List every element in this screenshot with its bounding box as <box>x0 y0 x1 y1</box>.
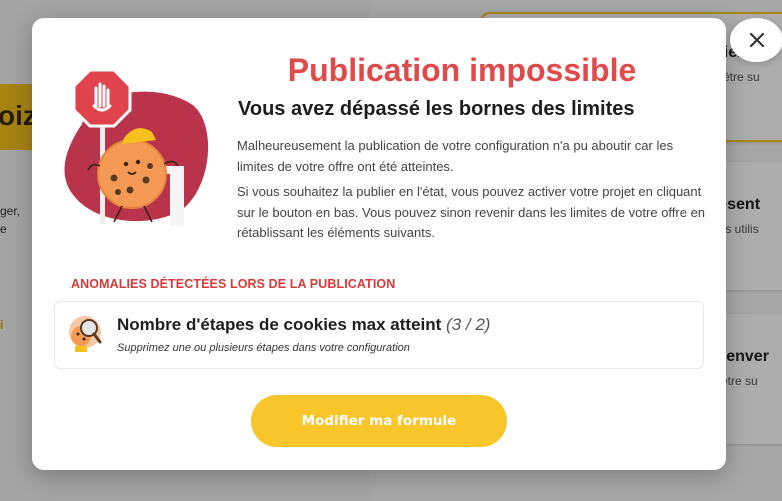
modify-plan-button[interactable]: Modifier ma formule <box>251 395 507 447</box>
anomaly-count: (3 / 2) <box>446 315 491 334</box>
anomaly-title: Nombre d'étapes de cookies max atteint (… <box>117 315 490 335</box>
modal-title: Publication impossible <box>287 52 637 88</box>
anomaly-title-text: Nombre d'étapes de cookies max atteint <box>117 315 442 334</box>
cookie-stop-sign-illustration <box>52 66 212 226</box>
close-button[interactable] <box>730 18 782 62</box>
anomalies-label: ANOMALIES DÉTECTÉES LORS DE LA PUBLICATI… <box>71 277 396 291</box>
publication-error-modal: Publication impossible Vous avez dépassé… <box>32 18 782 470</box>
modal-subtitle: Vous avez dépassé les bornes des limites <box>238 98 635 120</box>
cookie-magnifier-icon <box>67 314 103 354</box>
close-icon <box>749 32 764 48</box>
modal-paragraph-1: Malheureusement la publication de votre … <box>237 138 674 174</box>
modal-paragraph-2: Si vous souhaitez la publier en l'état, … <box>237 184 706 240</box>
anomaly-item: Nombre d'étapes de cookies max atteint (… <box>54 301 704 369</box>
anomaly-description: Supprimez une ou plusieurs étapes dans v… <box>117 342 410 354</box>
